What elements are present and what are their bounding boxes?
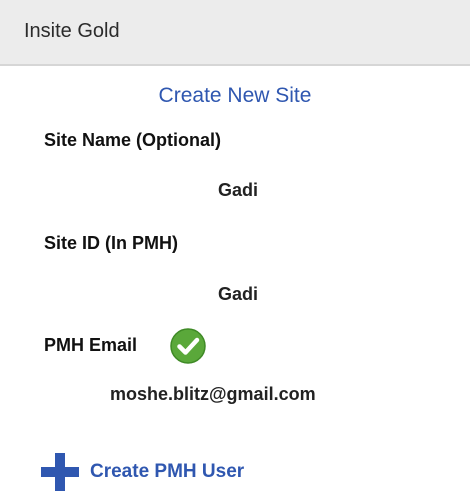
plus-icon [40,452,80,492]
app-title: Insite Gold [24,20,120,43]
site-name-value[interactable]: Gadi [218,180,258,201]
create-pmh-user-label: Create PMH User [90,461,244,483]
pmh-email-label: PMH Email [44,335,137,356]
pmh-email-value[interactable]: moshe.blitz@gmail.com [110,384,316,405]
site-id-value[interactable]: Gadi [218,284,258,305]
check-circle-icon [170,328,206,364]
create-pmh-user-button[interactable]: Create PMH User [40,450,244,494]
site-id-label: Site ID (In PMH) [44,233,178,254]
app-bar: Insite Gold [0,0,470,66]
site-name-label: Site Name (Optional) [44,130,221,151]
form-heading: Create New Site [0,84,470,108]
